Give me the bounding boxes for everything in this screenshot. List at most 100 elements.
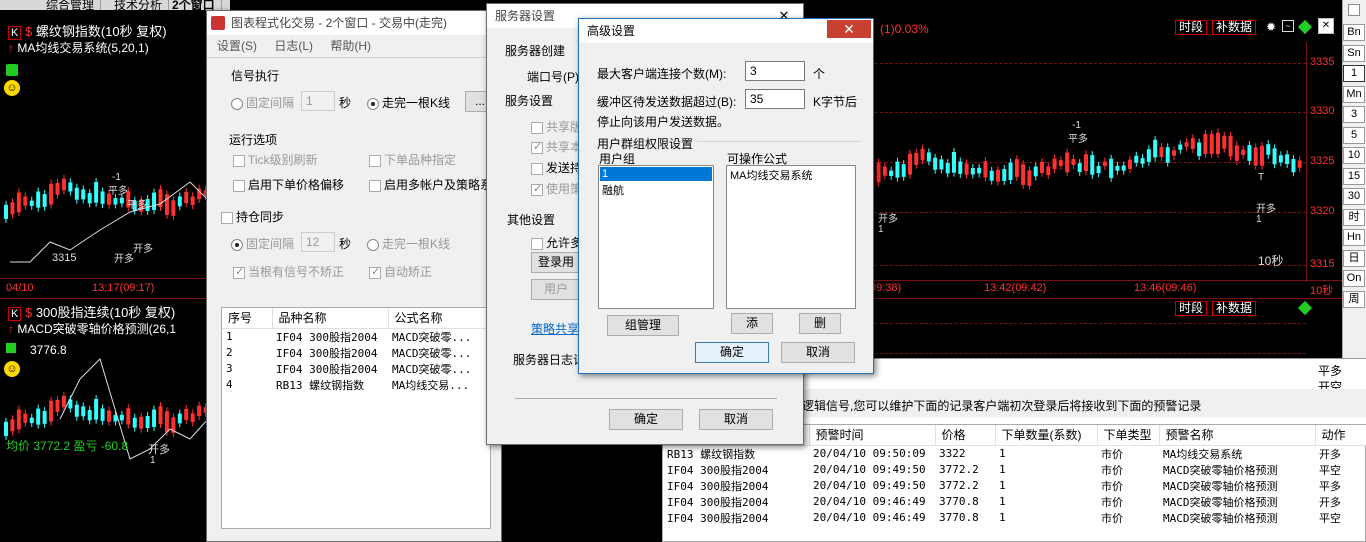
strategy-cell: MA均线交易... <box>392 378 470 392</box>
alert-row[interactable]: IF04 300股指2004 20/04/10 09:49:50 3772.2 1 市价… <box>663 462 1366 478</box>
user-button[interactable]: 用户 <box>531 279 581 300</box>
login-button[interactable]: 登录用 <box>531 252 581 273</box>
strategy-row[interactable]: 2 IF04 300股指2004 MACD突破零... <box>222 345 490 361</box>
fill-data-button-2[interactable]: 补数据 <box>1212 301 1257 316</box>
period-button-6[interactable]: 10 <box>1343 147 1365 164</box>
period-button-2[interactable]: 1 <box>1343 65 1365 82</box>
other-settings-label: 其他设置 <box>507 213 556 227</box>
adv-close-button[interactable]: ✕ <box>827 20 871 38</box>
left-chart-1[interactable]: K $ 螺纹钢指数(10秒 复权) ↑ MA均线交易系统(5,20,1) ☺ 3… <box>0 12 210 298</box>
tab-analysis[interactable]: 技术分析 <box>108 0 170 10</box>
col-action[interactable]: 动作 <box>1315 425 1366 446</box>
period-button-9[interactable]: 时 <box>1343 208 1365 226</box>
left-chart-2[interactable]: K $ 300股指连续(10秒 复权) ↑ MACD突破零轴价格预测(26,1 … <box>0 298 210 542</box>
period-button-10[interactable]: Hn <box>1343 229 1365 246</box>
alert-row[interactable]: IF04 300股指2004 20/04/10 09:49:50 3772.2 1 市价… <box>663 478 1366 494</box>
group-item[interactable]: 融航 <box>599 182 713 198</box>
menu-settings[interactable]: 设置(S) <box>217 39 257 53</box>
alert-cell: 3772.2 <box>939 479 979 492</box>
fixed-interval-input[interactable]: 1 <box>301 91 335 111</box>
formula-list[interactable]: MA均线交易系统 <box>726 165 856 309</box>
main-trading-window[interactable]: 图表程式化交易 - 2个窗口 - 交易中(走完) 设置(S) 日志(L) 帮助(… <box>206 10 502 542</box>
period-button-3[interactable]: Mn <box>1343 85 1365 103</box>
strategy-row[interactable]: 4 RB13 螺纹钢指数 MA均线交易... <box>222 377 490 393</box>
col-product[interactable]: 品种名称 <box>272 308 389 329</box>
allow-checkbox[interactable]: 允许多 <box>531 234 582 251</box>
col-type[interactable]: 下单类型 <box>1097 425 1160 446</box>
period-button-8[interactable]: 30 <box>1343 188 1365 205</box>
strategy-row[interactable]: 3 IF04 300股指2004 MACD突破零... <box>222 361 490 377</box>
group-item-selected[interactable]: 1 <box>600 167 712 181</box>
period-button-5[interactable]: 5 <box>1343 126 1365 144</box>
server-cancel-button[interactable]: 取消 <box>699 409 773 430</box>
chart-tag[interactable]: K <box>8 26 22 40</box>
order-type-checkbox[interactable]: 下单品种指定 <box>369 151 456 168</box>
period-button-12[interactable]: On <box>1343 270 1365 287</box>
fixed-interval-radio-2[interactable]: 固定间隔 <box>231 235 294 252</box>
use-strategy-checkbox[interactable]: 使用策 <box>531 180 582 197</box>
delete-button[interactable]: 删 <box>799 313 841 334</box>
auto-correct-checkbox[interactable]: 自动矫正 <box>369 263 432 280</box>
chart-tag-2[interactable]: K <box>8 307 22 321</box>
strategy-share-link[interactable]: 策略共享 <box>531 320 579 337</box>
candle-body <box>1209 133 1214 155</box>
multi-account-checkbox[interactable]: 启用多帐户及策略系 <box>369 176 492 193</box>
period-button-0[interactable]: Bn <box>1343 24 1365 41</box>
period-button-11[interactable]: 日 <box>1343 249 1365 267</box>
candle-body <box>876 162 881 183</box>
strategy-row[interactable]: 1 IF04 300股指2004 MACD突破零... <box>222 328 490 345</box>
alert-row[interactable]: IF04 300股指2004 20/04/10 09:46:49 3770.8 1 市价… <box>663 494 1366 510</box>
advanced-settings-dialog[interactable]: 高级设置 ✕ 最大客户端连接个数(M): 3 个 缓冲区待发送数据超过(B): … <box>578 18 874 374</box>
alert-cell: RB13 螺纹钢指数 <box>667 447 756 461</box>
alert-row[interactable]: RB13 螺纹钢指数 20/04/10 09:50:09 3322 1 市价 MA均线交易… <box>663 445 1366 462</box>
col-time[interactable]: 预警时间 <box>809 425 936 446</box>
candle-body <box>1297 160 1302 168</box>
menu-log[interactable]: 日志(L) <box>274 39 313 53</box>
candle-body <box>1002 169 1007 181</box>
position-sync-checkbox[interactable]: 持仓同步 <box>221 208 284 225</box>
buffer-input[interactable]: 35 <box>745 89 805 109</box>
fixed-interval-input-2[interactable]: 12 <box>301 232 335 252</box>
col-alert-name[interactable]: 预警名称 <box>1159 425 1316 446</box>
col-formula[interactable]: 公式名称 <box>388 308 490 329</box>
share-checkbox-2[interactable]: 共享本 <box>531 138 582 155</box>
candle-body <box>61 395 66 408</box>
period-button-7[interactable]: 15 <box>1343 167 1365 185</box>
alert-row[interactable]: IF04 300股指2004 20/04/10 09:46:49 3770.8 1 市价… <box>663 510 1366 526</box>
server-ok-button[interactable]: 确定 <box>609 409 683 430</box>
right-chart-1[interactable]: (1)0.03% 时段 补数据 ✹ ~ ✕ 3335 3330 3325 332… <box>860 12 1342 298</box>
period-button-2[interactable]: 时段 <box>1175 301 1208 316</box>
fixed-interval-radio[interactable]: 固定间隔 <box>231 94 294 111</box>
candle-body <box>1234 145 1239 161</box>
share-checkbox-1[interactable]: 共享版 <box>531 118 582 135</box>
tick-refresh-checkbox[interactable]: Tick级别刷新 <box>233 151 318 168</box>
right-chart-2[interactable]: 时段 补数据 <box>860 298 1342 358</box>
send-checkbox[interactable]: 发送持 <box>531 159 582 176</box>
menu-help[interactable]: 帮助(H) <box>330 39 371 53</box>
group-manage-button[interactable]: 组管理 <box>607 315 679 336</box>
candle-body <box>87 410 92 421</box>
candle-body <box>1134 155 1139 163</box>
tab-overview[interactable]: 综合管理 <box>40 0 102 10</box>
col-price[interactable]: 价格 <box>935 425 996 446</box>
close-pane-icon[interactable]: ✕ <box>1318 18 1334 34</box>
no-correct-checkbox[interactable]: 当根有信号不矫正 <box>233 263 344 280</box>
period-button-4[interactable]: 3 <box>1343 106 1365 123</box>
adv-cancel-button[interactable]: 取消 <box>781 342 855 363</box>
price-offset-checkbox[interactable]: 启用下单价格偏移 <box>233 176 344 193</box>
finish-bar-radio-2[interactable]: 走完一根K线 <box>367 235 450 252</box>
diamond-icon-2[interactable] <box>1297 300 1313 316</box>
tab-windows[interactable]: 2个窗口 <box>166 0 222 10</box>
adv-ok-button[interactable]: 确定 <box>695 342 769 363</box>
add-button[interactable]: 添 <box>731 313 773 334</box>
main-window-title[interactable]: 图表程式化交易 - 2个窗口 - 交易中(走完) <box>207 11 501 35</box>
period-button-13[interactable]: 周 <box>1343 290 1365 308</box>
finish-bar-radio[interactable]: 走完一根K线 <box>367 94 450 111</box>
col-qty[interactable]: 下单数量(系数) <box>995 425 1098 446</box>
max-clients-input[interactable]: 3 <box>745 61 805 81</box>
user-group-list[interactable]: 1 融航 <box>598 165 714 309</box>
col-index[interactable]: 序号 <box>222 308 273 329</box>
formula-item[interactable]: MA均线交易系统 <box>727 166 855 183</box>
period-button-1[interactable]: Sn <box>1343 44 1365 62</box>
strategy-list[interactable]: 序号 品种名称 公式名称 1 IF04 300股指2004 MACD突破零... 2 I… <box>221 307 491 529</box>
